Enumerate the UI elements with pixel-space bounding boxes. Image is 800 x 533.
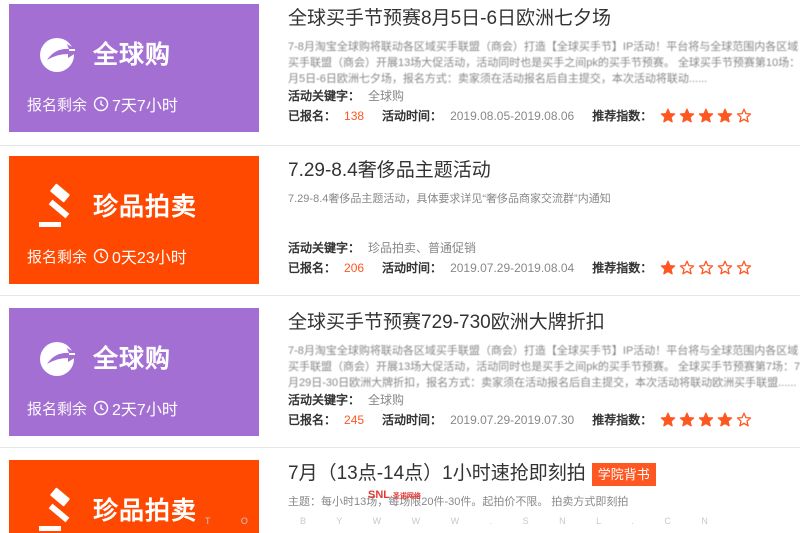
activity-keywords-row: 活动关键字： 全球购 xyxy=(288,391,404,408)
banner-title: 珍品拍卖 xyxy=(93,497,198,525)
time-label: 活动时间： xyxy=(382,109,443,123)
activity-card[interactable]: 全球购 报名剩余 7天7小时 全球买手节预赛8月5日-6日欧洲七夕场 7-8月淘… xyxy=(0,0,800,146)
star-filled-icon xyxy=(717,108,733,122)
activity-description: 7.29-8.4奢侈品主题活动，具体要求详见“奢侈品商家交流群”内通知 xyxy=(288,193,611,205)
activity-title[interactable]: 7月（13点-14点）1小时速抢即刻拍 学院背书 xyxy=(288,461,800,487)
activity-card[interactable]: 珍品拍卖 报名剩余 0天23小时 7.29-8.4奢侈品主题活动 7.29-8.… xyxy=(0,150,800,296)
star-filled-icon xyxy=(717,412,733,426)
registered-count: 206 xyxy=(344,260,365,275)
rating-label: 推荐指数： xyxy=(592,413,653,427)
watermark-text-left: T O xyxy=(205,516,262,526)
star-empty-icon xyxy=(736,108,752,122)
banner-title: 珍品拍卖 xyxy=(93,193,198,221)
star-empty-icon xyxy=(736,412,752,426)
activity-description: 7-8月淘宝全球购将联动各区域买手联盟（商会）打造【全球买手节】IP活动！平台将… xyxy=(288,41,800,85)
time-value: 2019.07.29-2019.08.04 xyxy=(450,260,575,275)
keyword-label: 活动关键字： xyxy=(288,393,361,407)
keyword-value: 全球购 xyxy=(368,89,405,103)
star-filled-icon xyxy=(698,108,714,122)
remain-time: 0天23小时 xyxy=(112,250,187,267)
rating-stars xyxy=(660,260,755,276)
gavel-icon xyxy=(39,183,70,227)
activity-banner[interactable]: 全球购 报名剩余 2天7小时 xyxy=(9,308,259,436)
activity-title[interactable]: 7.29-8.4奢侈品主题活动 xyxy=(288,158,800,184)
globe-arrow-icon xyxy=(40,38,79,72)
activity-title-text[interactable]: 全球买手节预赛8月5日-6日欧洲七夕场 xyxy=(288,6,611,32)
remain-label: 报名剩余 xyxy=(27,400,88,418)
banner-title: 全球购 xyxy=(93,345,172,373)
activity-keywords-row: 活动关键字： 珍品拍卖、普通促销 xyxy=(288,239,476,256)
activity-banner[interactable]: 珍品拍卖 报名剩余 0天23小时 xyxy=(9,156,259,284)
activity-title[interactable]: 全球买手节预赛8月5日-6日欧洲七夕场 xyxy=(288,6,800,32)
keyword-label: 活动关键字： xyxy=(288,241,361,255)
registration-remaining: 报名剩余 0天23小时 xyxy=(27,244,187,268)
remain-label: 报名剩余 xyxy=(27,248,88,266)
remain-label: 报名剩余 xyxy=(27,96,88,114)
rating-stars xyxy=(660,412,755,428)
remain-time: 2天7小时 xyxy=(112,402,178,419)
watermark-text: B Y W W W . S N L . C N xyxy=(300,516,722,526)
remain-time: 7天7小时 xyxy=(112,98,178,115)
star-empty-icon xyxy=(679,260,695,274)
gavel-icon xyxy=(39,487,70,531)
globe-arrow-icon xyxy=(40,342,79,376)
registered-count: 245 xyxy=(344,412,365,427)
star-filled-icon xyxy=(660,412,676,426)
registered-label: 已报名： xyxy=(288,109,337,123)
activity-title-text[interactable]: 全球买手节预赛729-730欧洲大牌折扣 xyxy=(288,310,605,336)
activity-stats-row: 已报名： 245 活动时间： 2019.07.29-2019.07.30 推荐指… xyxy=(288,411,755,428)
activity-stats-row: 已报名： 138 活动时间： 2019.08.05-2019.08.06 推荐指… xyxy=(288,107,755,124)
clock-icon xyxy=(93,400,109,416)
registered-label: 已报名： xyxy=(288,413,337,427)
star-empty-icon xyxy=(736,260,752,274)
watermark-logo: SNL 圣诺网络 xyxy=(368,489,421,501)
star-empty-icon xyxy=(698,260,714,274)
star-filled-icon xyxy=(660,260,676,274)
college-endorsed-badge: 学院背书 xyxy=(591,462,656,486)
time-label: 活动时间： xyxy=(382,261,443,275)
star-filled-icon xyxy=(660,108,676,122)
rating-label: 推荐指数： xyxy=(592,109,653,123)
activity-banner[interactable]: 全球购 报名剩余 7天7小时 xyxy=(9,4,259,132)
activity-title[interactable]: 全球买手节预赛729-730欧洲大牌折扣 xyxy=(288,310,800,336)
time-label: 活动时间： xyxy=(382,413,443,427)
activity-title-text[interactable]: 7.29-8.4奢侈品主题活动 xyxy=(288,158,491,184)
keyword-label: 活动关键字： xyxy=(288,89,361,103)
registered-label: 已报名： xyxy=(288,261,337,275)
registration-remaining: 报名剩余 2天7小时 xyxy=(27,396,178,420)
keyword-value: 珍品拍卖、普通促销 xyxy=(368,241,477,255)
keyword-value: 全球购 xyxy=(368,393,405,407)
registered-count: 138 xyxy=(344,108,365,123)
activity-stats-row: 已报名： 206 活动时间： 2019.07.29-2019.08.04 推荐指… xyxy=(288,259,755,276)
rating-stars xyxy=(660,108,755,124)
activity-title-text[interactable]: 7月（13点-14点）1小时速抢即刻拍 xyxy=(288,461,586,487)
banner-title: 全球购 xyxy=(93,41,172,69)
clock-icon xyxy=(93,96,109,112)
star-filled-icon xyxy=(698,412,714,426)
registration-remaining: 报名剩余 7天7小时 xyxy=(27,92,178,116)
time-value: 2019.08.05-2019.08.06 xyxy=(450,108,575,123)
rating-label: 推荐指数： xyxy=(592,261,653,275)
watermark-logo-sub: 圣诺网络 xyxy=(392,493,421,500)
star-filled-icon xyxy=(679,412,695,426)
activity-keywords-row: 活动关键字： 全球购 xyxy=(288,87,404,104)
star-empty-icon xyxy=(717,260,733,274)
star-filled-icon xyxy=(679,108,695,122)
time-value: 2019.07.29-2019.07.30 xyxy=(450,412,575,427)
clock-icon xyxy=(93,248,109,264)
watermark-logo-text: SNL xyxy=(368,489,390,501)
activity-description: 7-8月淘宝全球购将联动各区域买手联盟（商会）打造【全球买手节】IP活动！平台将… xyxy=(288,345,800,389)
activity-card[interactable]: 全球购 报名剩余 2天7小时 全球买手节预赛729-730欧洲大牌折扣 7-8月… xyxy=(0,302,800,448)
